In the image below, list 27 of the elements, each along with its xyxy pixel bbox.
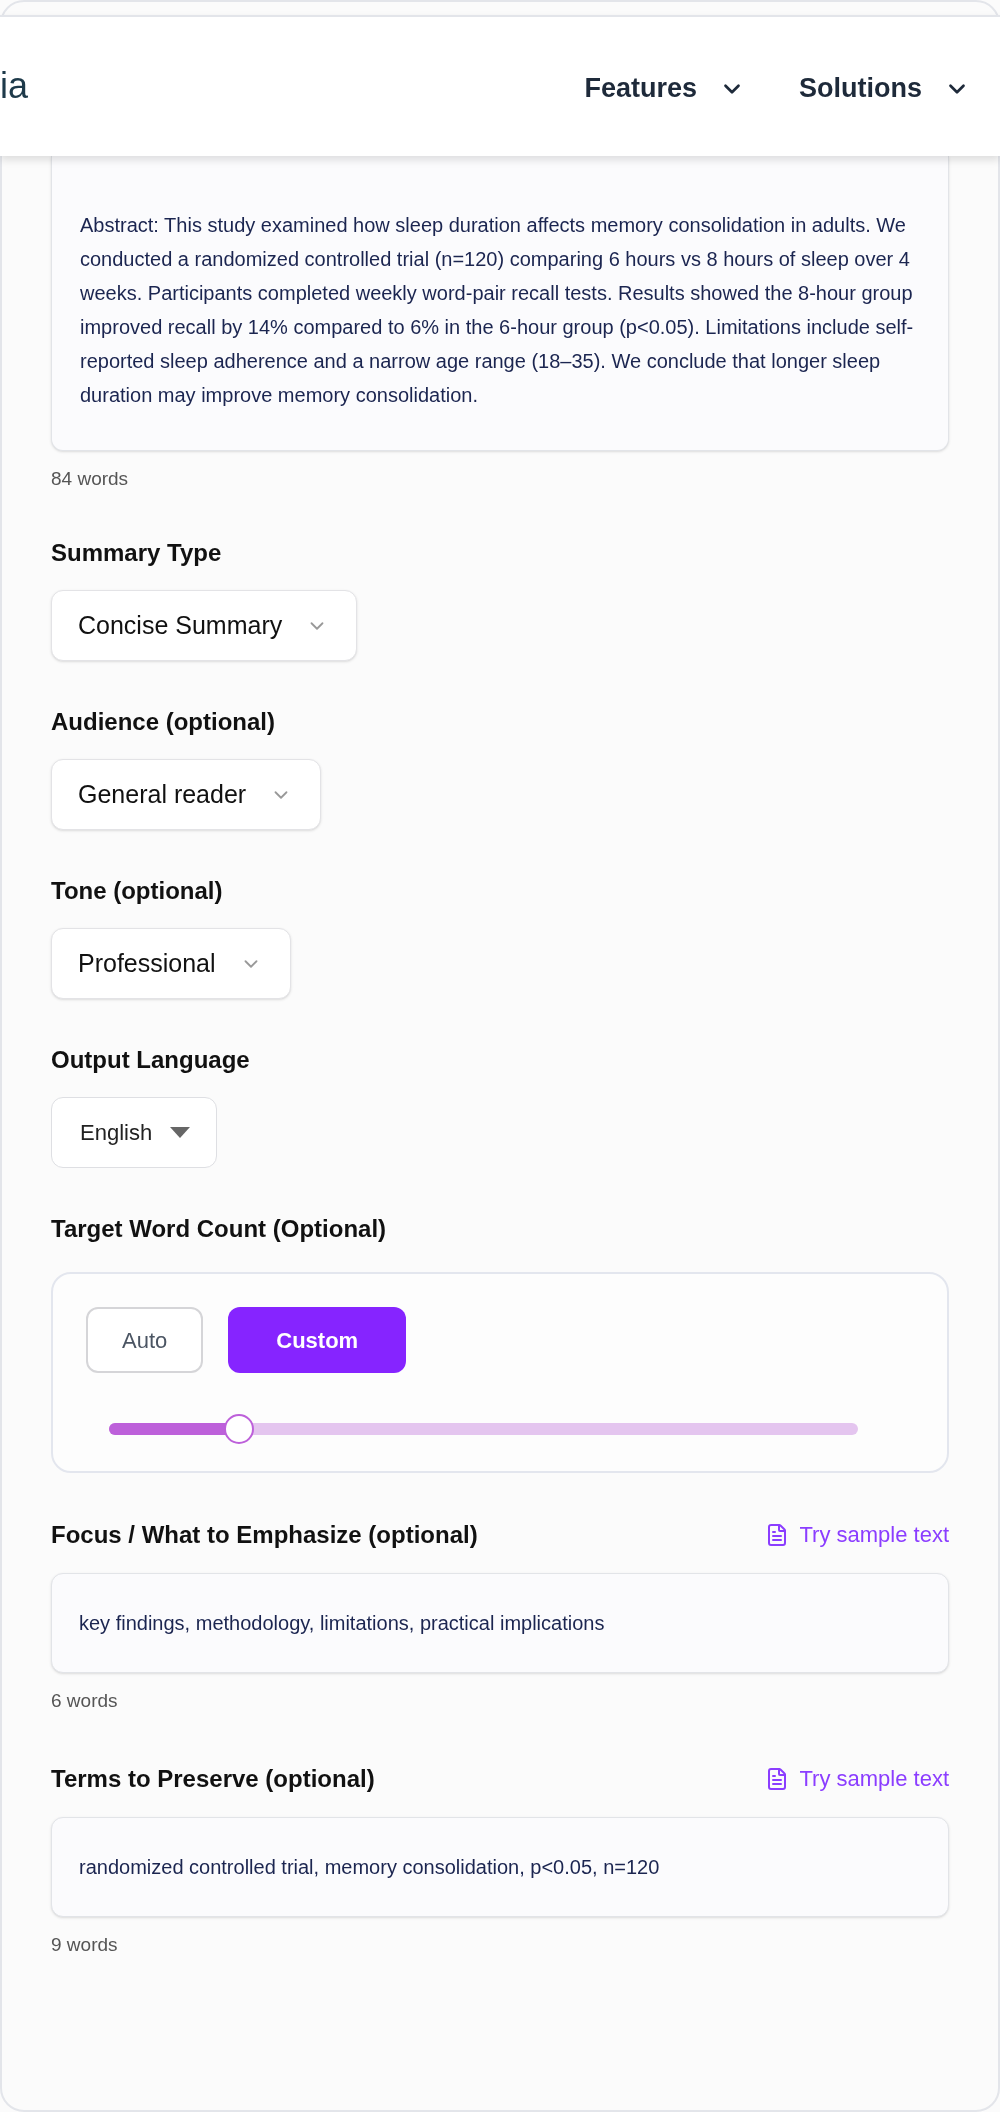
field-label: Output Language xyxy=(51,1045,251,1075)
field-label: Summary Type xyxy=(51,538,223,568)
nav-menu-button[interactable]: Solutions xyxy=(799,68,970,109)
sample-text-link[interactable]: Try sample text xyxy=(765,1518,949,1551)
word-count-slider[interactable] xyxy=(109,1414,858,1444)
mode-toggle-button[interactable]: Auto xyxy=(86,1307,204,1373)
dropdown-select[interactable]: Professional xyxy=(51,928,291,999)
word-count: 6 words xyxy=(51,1689,118,1713)
field-label: Audience (optional) xyxy=(51,707,276,737)
field-label: Tone (optional) xyxy=(51,876,224,906)
logo-text[interactable]: ia xyxy=(0,58,29,113)
field-label: Terms to Preserve (optional) xyxy=(51,1763,375,1794)
text-input-field[interactable]: key findings, methodology, limitations, practical implications xyxy=(51,1573,949,1673)
dropdown-select[interactable]: Concise Summary xyxy=(51,590,358,661)
language-select[interactable]: English xyxy=(51,1097,218,1168)
nav-menu-button[interactable]: Features xyxy=(584,68,745,109)
field-label: Focus / What to Emphasize (optional) xyxy=(51,1519,478,1550)
word-count: 9 words xyxy=(51,1933,118,1957)
field-label: Target Word Count (Optional) xyxy=(51,1214,388,1244)
text-input-field[interactable]: randomized controlled trial, memory consolidation, p<0.05, n=120 xyxy=(51,1817,949,1917)
caret-icon xyxy=(170,1127,191,1138)
abstract-field[interactable]: Abstract: This study examined how sleep duration affects memory consolidation in adults. We conducted a randomized controlled trial (n=120) comparing 6 hours vs 8 hours of sleep over 4 weeks. Participants completed weekly word-pair recall tests. Results showed the 8-hour group improved recall by 14% compared to 6% in the 6-hour group (p<0.05). Limitations include self-reported sleep adherence and a narrow age range (18–35). We conclude that longer sleep duration may improve memory consolidation. xyxy=(51,156,949,451)
mode-toggle-button[interactable]: Custom xyxy=(228,1307,407,1373)
dropdown-select[interactable]: General reader xyxy=(51,759,322,830)
sample-text-link[interactable]: Try sample text xyxy=(765,1762,949,1795)
word-count: 84 words xyxy=(51,467,129,491)
slider-thumb[interactable] xyxy=(224,1414,255,1444)
